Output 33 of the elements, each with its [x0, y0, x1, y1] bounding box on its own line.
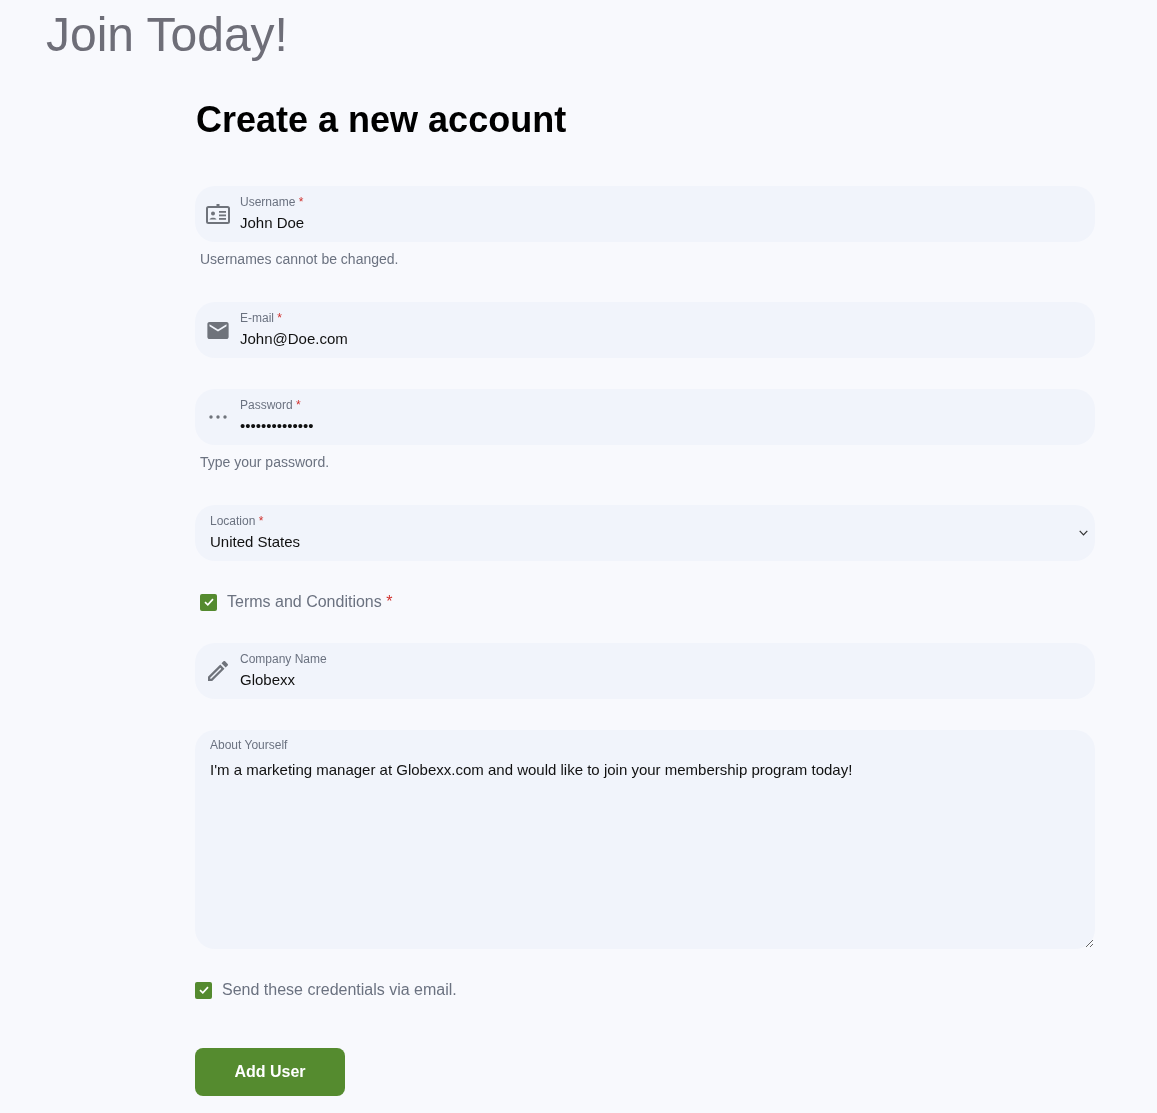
field-label: E-mail * — [240, 311, 283, 325]
location-select[interactable]: Location * United States — [195, 505, 1095, 561]
username-field[interactable]: Username * John Doe — [195, 186, 1095, 242]
id-card-icon — [206, 204, 230, 224]
field-label: Company Name — [240, 652, 327, 666]
check-icon — [198, 986, 209, 994]
page-title: Join Today! — [46, 7, 288, 63]
envelope-icon — [207, 321, 229, 339]
chevron-down-icon — [1079, 530, 1088, 536]
field-label: About Yourself — [210, 738, 288, 752]
dots-icon — [209, 415, 227, 419]
field-value: John@Doe.com — [240, 329, 348, 349]
check-icon — [203, 598, 214, 606]
pencil-icon — [208, 661, 228, 681]
checkbox-label: Terms and Conditions * — [227, 592, 393, 612]
checkbox-label: Send these credentials via email. — [222, 980, 457, 1000]
field-label: Username * — [240, 195, 304, 209]
checkbox[interactable] — [200, 593, 217, 611]
field-value: Globexx — [240, 670, 296, 690]
submit-button[interactable]: Add User — [195, 1048, 345, 1096]
help-text: Usernames cannot be changed. — [200, 250, 399, 268]
company-field[interactable]: Company Name Globexx — [195, 643, 1095, 699]
field-value: John Doe — [240, 213, 305, 233]
about-textarea[interactable]: About Yourself I'm a marketing manager at Globexx.com and would like to join your membership program today! — [195, 730, 1095, 949]
field-label: Password * — [240, 398, 301, 412]
help-text: Type your password. — [200, 453, 330, 471]
field-value: United States — [210, 532, 301, 552]
field-label: Location * — [210, 514, 264, 528]
field-value: •••••••••••••• — [240, 416, 314, 436]
password-field[interactable]: Password * •••••••••••••• — [195, 389, 1095, 445]
form-heading: Create a new account — [196, 100, 567, 140]
email-field[interactable]: E-mail * John@Doe.com — [195, 302, 1095, 358]
checkbox[interactable] — [195, 981, 212, 999]
